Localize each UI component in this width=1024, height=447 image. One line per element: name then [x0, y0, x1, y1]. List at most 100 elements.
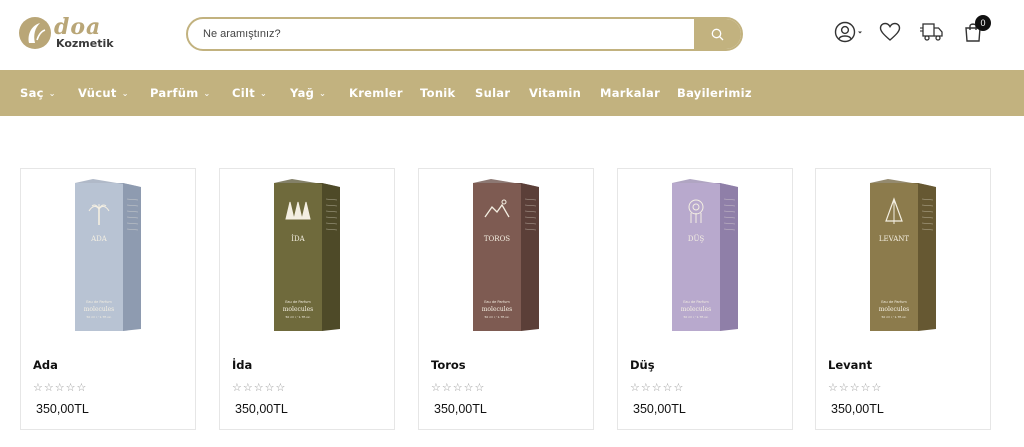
rating-stars: ☆☆☆☆☆ — [33, 381, 88, 394]
box-text-line: 50 ml ℮ 1.7fl.oz. — [87, 315, 112, 319]
box-text-line: 50 ml ℮ 1.7fl.oz. — [684, 315, 709, 319]
cart-count-badge: 0 — [975, 15, 991, 31]
account-button[interactable] — [834, 20, 864, 44]
box-text-line: molecules — [283, 306, 314, 313]
box-text-line: Eau de Parfum — [285, 300, 311, 304]
box-side-face — [322, 183, 340, 331]
product-price: 350,00TL — [831, 402, 884, 416]
box-label: LEVANT — [879, 235, 910, 243]
product-name[interactable]: Toros — [431, 358, 466, 372]
product-image[interactable]: ADA Eau de Parfum molecules 50 ml ℮ 1.7fl.o… — [21, 169, 197, 341]
box-text-line: 50 ml ℮ 1.7fl.oz. — [882, 315, 907, 319]
rating-stars: ☆☆☆☆☆ — [232, 381, 287, 394]
nav-item-markalar[interactable]: Markalar — [600, 70, 660, 116]
product-image[interactable]: LEVANT Eau de Parfum molecules 50 ml ℮ 1.7f… — [816, 169, 992, 341]
box-text-line: molecules — [482, 306, 513, 313]
search-bar — [186, 17, 743, 51]
logo-subtitle: Kozmetik — [56, 37, 114, 50]
box-side-face — [918, 183, 936, 331]
box-label: ADA — [90, 235, 108, 243]
box-side-face — [521, 183, 539, 331]
nav-item-vucut[interactable]: Vücut ⌄ — [78, 70, 129, 116]
nav-item-label: Vücut — [78, 86, 117, 100]
nav-item-parfum[interactable]: Parfüm ⌄ — [150, 70, 211, 116]
nav-item-cilt[interactable]: Cilt ⌄ — [232, 70, 267, 116]
truck-icon — [920, 23, 943, 41]
nav-item-label: Parfüm — [150, 86, 199, 100]
perfume-box-graphic: İDA Eau de Parfum molecules 50 ml ℮ 1.7fl.o… — [274, 179, 340, 331]
search-icon — [711, 28, 724, 40]
nav-item-label: Vitamin — [529, 86, 582, 100]
perfume-box-graphic: LEVANT Eau de Parfum molecules 50 ml ℮ 1.7f… — [870, 179, 936, 331]
product-card[interactable]: TOROS Eau de Parfum molecules 50 ml ℮ 1.7fl… — [418, 168, 594, 430]
nav-item-kremler[interactable]: Kremler — [349, 70, 403, 116]
nav-item-bayilerimiz[interactable]: Bayilerimiz — [677, 70, 752, 116]
product-name[interactable]: Levant — [828, 358, 872, 372]
box-label: TOROS — [484, 235, 510, 243]
box-label: DÜŞ — [688, 234, 705, 243]
box-text-line: Eau de Parfum — [683, 300, 709, 304]
heart-icon — [879, 22, 901, 41]
perfume-box-graphic: ADA Eau de Parfum molecules 50 ml ℮ 1.7fl.o… — [75, 179, 141, 331]
nav-item-vitamin[interactable]: Vitamin — [529, 70, 581, 116]
product-image[interactable]: İDA Eau de Parfum molecules 50 ml ℮ 1.7fl.o… — [220, 169, 396, 341]
nav-item-tonik[interactable]: Tonik — [420, 70, 456, 116]
search-input[interactable] — [188, 19, 696, 49]
chevron-down-icon: ⌄ — [48, 88, 56, 98]
product-card[interactable]: İDA Eau de Parfum molecules 50 ml ℮ 1.7fl.o… — [219, 168, 395, 430]
nav-item-label: Kremler — [349, 86, 403, 100]
nav-item-label: Yağ — [290, 86, 315, 100]
product-card[interactable]: LEVANT Eau de Parfum molecules 50 ml ℮ 1.7f… — [815, 168, 991, 430]
user-icon — [834, 21, 862, 43]
box-side-face — [123, 183, 141, 331]
nav-item-sac[interactable]: Saç ⌄ — [20, 70, 56, 116]
product-price: 350,00TL — [36, 402, 89, 416]
product-price: 350,00TL — [633, 402, 686, 416]
product-name[interactable]: Ada — [33, 358, 58, 372]
logo-wordmark: doa — [54, 14, 102, 40]
nav-item-label: Saç — [20, 86, 44, 100]
product-image[interactable]: TOROS Eau de Parfum molecules 50 ml ℮ 1.7fl… — [419, 169, 595, 341]
nav-item-sular[interactable]: Sular — [475, 70, 510, 116]
product-image[interactable]: DÜŞ Eau de Parfum molecules 50 ml ℮ 1.7fl.o… — [618, 169, 794, 341]
nav-item-label: Tonik — [420, 86, 456, 100]
product-name[interactable]: İda — [232, 358, 252, 372]
box-text-line: Eau de Parfum — [484, 300, 510, 304]
product-price: 350,00TL — [434, 402, 487, 416]
perfume-box-graphic: DÜŞ Eau de Parfum molecules 50 ml ℮ 1.7fl.o… — [672, 179, 738, 331]
box-label: İDA — [291, 234, 305, 243]
nav-item-label: Bayilerimiz — [677, 86, 752, 100]
box-text-line: Eau de Parfum — [86, 300, 112, 304]
box-text-line: molecules — [84, 306, 115, 313]
search-button[interactable] — [694, 19, 741, 49]
chevron-down-icon: ⌄ — [319, 88, 327, 98]
box-side-face — [720, 183, 738, 331]
product-card[interactable]: DÜŞ Eau de Parfum molecules 50 ml ℮ 1.7fl.o… — [617, 168, 793, 430]
box-text-line: molecules — [681, 306, 712, 313]
wishlist-button[interactable] — [878, 20, 902, 44]
chevron-down-icon: ⌄ — [260, 88, 268, 98]
product-price: 350,00TL — [235, 402, 288, 416]
brand-logo[interactable]: doa Kozmetik — [18, 14, 114, 54]
site-header: doa Kozmetik Ne aramıştınız? 0 — [0, 0, 1024, 70]
nav-item-label: Markalar — [600, 86, 661, 100]
trees-emblem-icon — [285, 201, 311, 220]
box-text-line: 50 ml ℮ 1.7fl.oz. — [485, 315, 510, 319]
box-text-line: Eau de Parfum — [881, 300, 907, 304]
nav-item-yag[interactable]: Yağ ⌄ — [290, 70, 326, 116]
nav-item-label: Cilt — [232, 86, 256, 100]
main-nav: Saç ⌄ Vücut ⌄ Parfüm ⌄ Cilt ⌄ Yağ ⌄ Kremler T… — [0, 70, 1024, 116]
box-text-line: molecules — [879, 306, 910, 313]
rating-stars: ☆☆☆☆☆ — [431, 381, 486, 394]
rating-stars: ☆☆☆☆☆ — [828, 381, 883, 394]
rating-stars: ☆☆☆☆☆ — [630, 381, 685, 394]
nav-item-label: Sular — [475, 86, 511, 100]
product-card[interactable]: ADA Eau de Parfum molecules 50 ml ℮ 1.7fl.o… — [20, 168, 196, 430]
logo-icon — [19, 17, 51, 49]
chevron-down-icon: ⌄ — [203, 88, 211, 98]
chevron-down-icon: ⌄ — [121, 88, 129, 98]
order-tracking-button[interactable] — [920, 20, 944, 44]
perfume-box-graphic: TOROS Eau de Parfum molecules 50 ml ℮ 1.7fl… — [473, 179, 539, 331]
box-text-line: 50 ml ℮ 1.7fl.oz. — [286, 315, 311, 319]
product-name[interactable]: Düş — [630, 358, 655, 372]
